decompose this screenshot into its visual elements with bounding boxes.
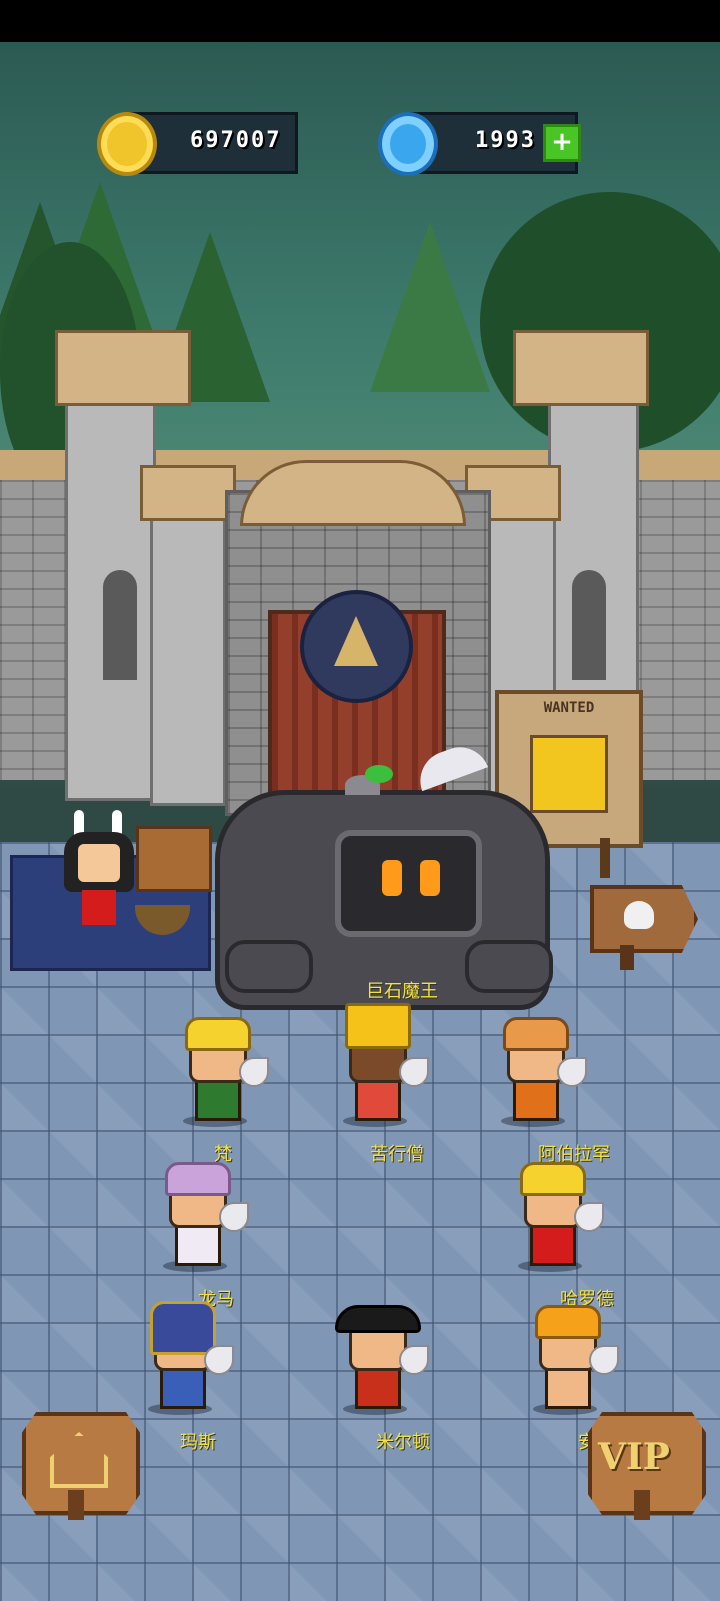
hero-hat [335,1305,421,1333]
blue-gem-icon [378,112,438,176]
hero-helmet [150,1301,216,1355]
axe-icon [574,1202,604,1232]
vip-label: VIP [598,1436,670,1478]
add-gems-button[interactable]: + [543,124,581,162]
axe-icon [204,1345,234,1375]
vip-sign-post [634,1490,650,1520]
hero-fan[interactable] [175,1017,269,1127]
hero-name: 苦行僧 [370,1144,424,1165]
hero-crown [345,1003,411,1049]
skull-crossbones-icon[interactable] [590,885,698,953]
barrel [136,826,212,892]
coin-amount: 697007 [190,128,282,153]
gate-arch [240,460,466,526]
hero-ascetic[interactable] [335,1003,429,1127]
hero-hair [165,1162,231,1196]
wanted-poster-title: WANTED [543,700,595,716]
golem-left-leg [225,940,313,993]
gold-coin-icon [97,112,157,176]
hero-name: 米尔顿 [376,1432,430,1453]
forest-tree [370,222,490,392]
hero-name: 玛斯 [180,1432,216,1453]
skull-sign-post [620,945,634,970]
left-inner-tower [150,480,226,806]
golem-right-leg [465,940,553,993]
hero-hair [520,1162,586,1196]
axe-icon [399,1057,429,1087]
hero-hair [185,1017,251,1051]
golem-eye [382,860,402,896]
axe-icon [219,1202,249,1232]
merchant-girl[interactable] [64,810,134,930]
skull-shape [624,901,654,929]
hero-mars[interactable] [140,1301,234,1415]
hero-harold[interactable] [510,1162,604,1272]
golem-face [335,830,482,937]
poster-leg [600,838,610,878]
hero-hair [535,1305,601,1339]
hero-abraham[interactable] [493,1017,587,1127]
hero-milton[interactable] [335,1305,429,1415]
castle-emblem-icon [300,590,413,703]
left-inner-tower-cap [140,465,236,521]
axe-icon [589,1345,619,1375]
face [78,844,120,882]
home-sign-post [68,1490,84,1520]
status-bar [0,0,720,42]
wanted-target-portrait [530,735,608,813]
boss-name: 巨石魔王 [366,981,438,1002]
gem-amount: 1993 [475,128,536,153]
axe-icon [557,1057,587,1087]
left-tower-cap [55,330,191,406]
hero-andre[interactable] [525,1305,619,1415]
axe-icon [239,1057,269,1087]
dress [82,890,116,925]
hero-longma[interactable] [155,1162,249,1272]
golem-eye [420,860,440,896]
axe-icon [399,1345,429,1375]
right-tower-window [572,570,606,680]
golem-slime [365,765,393,783]
left-tower-window [103,570,137,680]
hero-hair [503,1017,569,1051]
right-tower-cap [513,330,649,406]
